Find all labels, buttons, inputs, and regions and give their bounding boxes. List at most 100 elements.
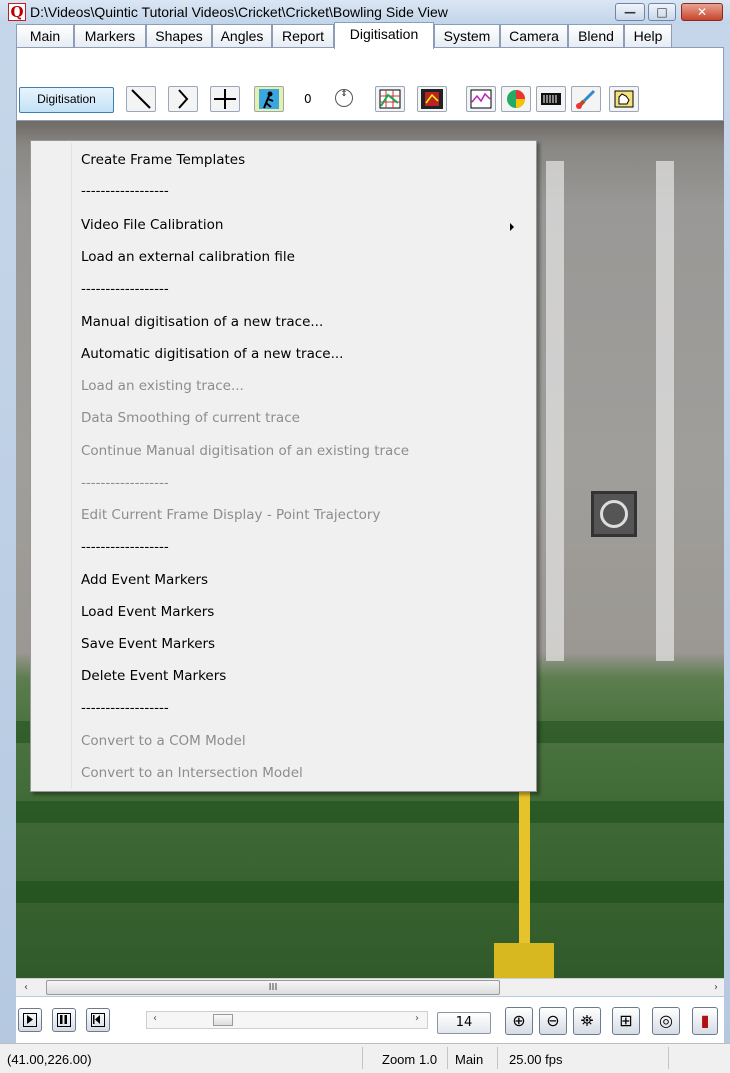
pause-button[interactable] <box>52 1008 76 1032</box>
menu-item-load-external-calibration[interactable]: Load an external calibration file <box>81 249 295 265</box>
status-separator <box>497 1047 498 1069</box>
bracket-tool[interactable] <box>168 86 198 112</box>
tab-angles[interactable]: Angles <box>212 24 272 48</box>
film-chart-tool[interactable] <box>417 86 447 112</box>
play-button[interactable] <box>18 1008 42 1032</box>
menu-item-manual-digitisation[interactable]: Manual digitisation of a new trace... <box>81 314 323 330</box>
tab-markers[interactable]: Markers <box>74 24 146 48</box>
tab-help[interactable]: Help <box>624 24 672 48</box>
menu-item-delete-event-markers[interactable]: Delete Event Markers <box>81 668 226 684</box>
zoom-out-button[interactable]: ⊖ <box>539 1007 567 1035</box>
zoom-out-icon: ⊖ <box>546 1011 560 1030</box>
tab-system[interactable]: System <box>434 24 500 48</box>
menu-item-video-file-calibration[interactable]: Video File Calibration <box>81 217 223 233</box>
menu-item-edit-current-frame-display: Edit Current Frame Display - Point Traje… <box>81 507 381 523</box>
minimize-button[interactable]: — <box>615 3 645 21</box>
menu-gutter <box>71 143 72 789</box>
menu-item-load-existing-trace: Load an existing trace... <box>81 378 244 394</box>
status-bar: (41.00,226.00) Zoom 1.0 Main 25.00 fps <box>0 1043 730 1073</box>
digitisation-toolbar: Digitisation 0 ⇕ <box>16 47 724 121</box>
menu-separator: ------------------ <box>81 700 169 716</box>
stump-base <box>494 943 554 978</box>
chart-grid-icon <box>379 89 401 109</box>
close-icon: ✕ <box>696 5 708 19</box>
diagonal-line-tool[interactable] <box>126 86 156 112</box>
pause-icon <box>57 1013 71 1027</box>
color-wheel-tool[interactable] <box>501 86 531 112</box>
counter-value[interactable]: 0 <box>300 88 326 110</box>
maximize-icon: □ <box>656 5 668 19</box>
status-separator <box>668 1047 669 1069</box>
pitch-stripe <box>16 881 724 903</box>
playback-controls: ‹ › 14 ⊕ ⊖ ⛯ ⊞ ◎ ▮ <box>16 997 724 1043</box>
crosshair-icon <box>214 89 236 109</box>
play-icon <box>23 1013 37 1027</box>
overlay-icon: ◎ <box>659 1011 673 1030</box>
status-separator <box>362 1047 363 1069</box>
stump-pole <box>519 789 530 949</box>
minimize-icon: — <box>624 5 636 19</box>
fps-value: 25.00 fps <box>509 1052 563 1067</box>
tab-digitisation[interactable]: Digitisation <box>334 22 434 49</box>
film-chart-icon <box>421 89 443 109</box>
menu-item-create-frame-templates[interactable]: Create Frame Templates <box>81 152 245 168</box>
tab-camera[interactable]: Camera <box>500 24 568 48</box>
spin-icon[interactable]: ⇕ <box>335 89 353 107</box>
barcode-icon <box>541 93 561 105</box>
slider-thumb[interactable] <box>213 1014 233 1026</box>
menu-separator: ------------------ <box>81 475 169 491</box>
book-icon: ⊞ <box>619 1011 633 1030</box>
runner-tool[interactable] <box>254 86 284 112</box>
camera-button[interactable]: ⛯ <box>573 1007 601 1035</box>
cursor-coordinates: (41.00,226.00) <box>7 1052 92 1067</box>
slider-right-arrow-icon[interactable]: › <box>415 1013 419 1024</box>
notes-button[interactable]: ⊞ <box>612 1007 640 1035</box>
video-hscrollbar[interactable]: ‹ III › <box>16 978 724 996</box>
menu-item-add-event-markers[interactable]: Add Event Markers <box>81 572 208 588</box>
window-title: D:\Videos\Quintic Tutorial Videos\Cricke… <box>30 4 448 20</box>
camera-icon: ⛯ <box>580 1011 594 1030</box>
maximize-button[interactable]: □ <box>648 3 676 21</box>
chart-grid-tool[interactable] <box>375 86 405 112</box>
menu-item-save-event-markers[interactable]: Save Event Markers <box>81 636 215 652</box>
step-back-button[interactable] <box>86 1008 110 1032</box>
tab-blend[interactable]: Blend <box>568 24 624 48</box>
diagonal-line-icon <box>131 89 151 109</box>
digitisation-button[interactable]: Digitisation <box>19 87 114 113</box>
menu-item-load-event-markers[interactable]: Load Event Markers <box>81 604 214 620</box>
menu-separator: ------------------ <box>81 539 169 555</box>
menu-item-continue-manual-digitisation: Continue Manual digitisation of an exist… <box>81 443 410 459</box>
tab-shapes[interactable]: Shapes <box>146 24 212 48</box>
brush-icon <box>576 89 596 109</box>
color-wheel-icon <box>507 90 525 108</box>
menu-item-convert-com-model: Convert to a COM Model <box>81 733 246 749</box>
app-logo-icon[interactable]: Q <box>8 3 26 21</box>
hand-tool[interactable] <box>609 86 639 112</box>
zoom-in-button[interactable]: ⊕ <box>505 1007 533 1035</box>
zoom-value: 1.0 <box>419 1052 438 1067</box>
tab-main[interactable]: Main <box>16 24 74 48</box>
menu-separator: ------------------ <box>81 281 169 297</box>
scroll-thumb[interactable]: III <box>46 980 500 995</box>
scroll-right-arrow-icon[interactable]: › <box>714 982 718 993</box>
overlay-button[interactable]: ◎ <box>652 1007 680 1035</box>
view-name: Main <box>455 1052 484 1067</box>
barcode-tool[interactable] <box>536 86 566 112</box>
frame-number-button[interactable]: 14 <box>437 1012 491 1034</box>
title-bar[interactable]: Q D:\Videos\Quintic Tutorial Videos\Cric… <box>0 0 730 24</box>
scroll-left-arrow-icon[interactable]: ‹ <box>24 982 28 993</box>
export-button[interactable]: ▮ <box>692 1007 718 1035</box>
submenu-arrow-icon <box>510 223 514 231</box>
graph-tool[interactable] <box>466 86 496 112</box>
tab-report[interactable]: Report <box>272 24 334 48</box>
slider-left-arrow-icon[interactable]: ‹ <box>153 1013 157 1024</box>
menu-item-automatic-digitisation[interactable]: Automatic digitisation of a new trace... <box>81 346 343 362</box>
brush-tool[interactable] <box>571 86 601 112</box>
status-separator <box>447 1047 448 1069</box>
close-button[interactable]: ✕ <box>681 3 723 21</box>
frame-slider[interactable]: ‹ › <box>146 1011 428 1029</box>
fan-blade <box>600 500 628 528</box>
zoom-label: Zoom <box>382 1052 416 1067</box>
crosshair-tool[interactable] <box>210 86 240 112</box>
graph-icon <box>470 89 492 109</box>
